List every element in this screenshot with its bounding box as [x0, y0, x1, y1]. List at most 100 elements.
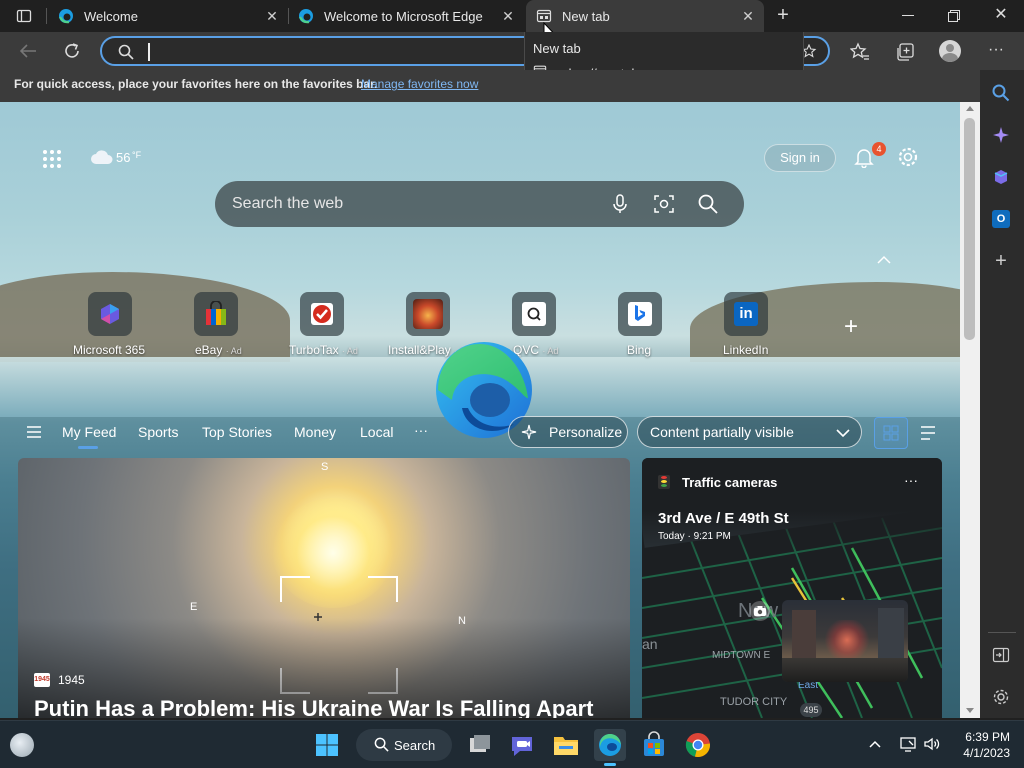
close-icon[interactable]: ✕ [500, 8, 516, 24]
weather-taskbar-icon[interactable] [10, 733, 34, 757]
source-logo: 1945 [34, 673, 50, 687]
traffic-card-more-icon[interactable]: ··· [904, 472, 918, 488]
favorites-bar: For quick access, place your favorites h… [0, 70, 980, 102]
volume-icon[interactable] [923, 736, 941, 752]
page-scrollbar[interactable] [960, 102, 980, 718]
close-window-button[interactable]: ✕ [992, 6, 1010, 24]
quick-link-label: TurboTax · Ad [289, 343, 358, 357]
quick-link-bing[interactable] [618, 292, 662, 336]
system-clock[interactable]: 6:39 PM 4/1/2023 [946, 729, 1010, 761]
camera-snapshot[interactable] [782, 600, 908, 682]
tab-title: New tab [562, 8, 610, 24]
collections-icon[interactable] [895, 42, 915, 62]
minimize-button[interactable] [902, 15, 914, 16]
quick-link-label: LinkedIn [723, 343, 769, 357]
file-explorer-icon[interactable] [550, 729, 582, 761]
list-layout-icon[interactable] [920, 426, 936, 440]
copilot-sparkle-icon[interactable] [992, 126, 1010, 144]
feed-tab-my-feed[interactable]: My Feed [62, 424, 116, 440]
address-caret [148, 43, 150, 61]
sign-in-button[interactable]: Sign in [764, 144, 836, 172]
highway-shield: 495 [800, 703, 822, 717]
manage-favorites-link[interactable]: Manage favorites now [361, 77, 478, 91]
camera-marker[interactable] [750, 601, 770, 621]
bing-icon [628, 302, 652, 326]
favorites-icon[interactable] [849, 42, 870, 62]
quick-link-label: Bing [627, 343, 652, 357]
refresh-button[interactable] [62, 41, 82, 61]
quick-link-linkedin[interactable]: in [724, 292, 768, 336]
headline-title[interactable]: Putin Has a Problem: His Ukraine War Is … [34, 696, 594, 718]
scrollbar-thumb[interactable] [964, 118, 975, 340]
tab-new-tab[interactable]: New tab ✕ [526, 0, 764, 32]
feed-more-button[interactable]: ··· [414, 422, 428, 438]
add-sidebar-app-icon[interactable]: + [992, 251, 1010, 271]
scroll-up-arrow[interactable] [966, 106, 974, 111]
dropdown-header: New tab [533, 41, 581, 56]
restore-button[interactable] [948, 9, 960, 22]
traffic-cameras-card[interactable]: Traffic cameras ··· 3rd Ave / E 49th St … [642, 458, 942, 718]
visual-search-icon[interactable] [653, 193, 675, 215]
feed-tab-sports[interactable]: Sports [138, 424, 178, 440]
more-menu-icon[interactable]: ··· [986, 40, 1006, 60]
web-search-box[interactable]: Search the web [215, 181, 744, 227]
tab-title: Welcome [84, 8, 138, 24]
quick-link-ebay[interactable] [194, 292, 238, 336]
hamburger-menu-icon[interactable] [26, 426, 42, 438]
grid-layout-button[interactable] [874, 417, 908, 449]
show-hidden-icons-chevron[interactable] [869, 740, 881, 748]
collapse-chevron-icon[interactable] [877, 255, 891, 265]
teams-chat-icon[interactable] [506, 729, 538, 761]
cloud-icon [91, 150, 113, 164]
profile-avatar[interactable] [939, 40, 961, 62]
sidebar-search-icon[interactable] [992, 84, 1010, 102]
add-quick-link-button[interactable]: + [840, 315, 862, 339]
new-tab-button[interactable]: + [774, 5, 792, 25]
apps-launcher-icon[interactable] [42, 149, 62, 169]
start-button[interactable] [315, 733, 339, 757]
weather-widget[interactable]: 56 °F [90, 146, 150, 170]
chrome-icon[interactable] [682, 729, 714, 761]
feed-tab-local[interactable]: Local [360, 424, 393, 440]
chevron-down-icon [836, 429, 850, 438]
shopping-icon[interactable] [992, 168, 1010, 186]
quick-link-qvc[interactable] [512, 292, 556, 336]
traffic-time: Today · 9:21 PM [658, 531, 731, 542]
close-icon[interactable]: ✕ [740, 8, 756, 24]
edge-icon [299, 9, 313, 24]
store-icon[interactable] [638, 729, 670, 761]
close-icon[interactable]: ✕ [264, 8, 280, 24]
notifications-button[interactable]: 4 [853, 142, 886, 170]
hide-sidebar-icon[interactable] [992, 646, 1010, 664]
edge-taskbar-icon[interactable] [594, 729, 626, 766]
network-icon[interactable] [899, 736, 917, 752]
quick-link-turbotax[interactable] [300, 292, 344, 336]
tab-welcome-to-edge[interactable]: Welcome to Microsoft Edge ✕ [288, 0, 524, 32]
personalize-label: Personalize [549, 424, 623, 440]
content-visibility-dropdown[interactable]: Content partially visible [637, 416, 862, 448]
personalize-button[interactable]: Personalize [508, 416, 628, 448]
taskbar-search[interactable]: Search [356, 729, 452, 761]
outlook-icon[interactable]: O [992, 210, 1010, 228]
weather-unit: °F [132, 150, 142, 160]
quick-link-microsoft365[interactable] [88, 292, 132, 336]
tab-actions-icon[interactable] [16, 8, 32, 24]
page-settings-icon[interactable] [897, 146, 919, 168]
sidebar-divider [988, 632, 1016, 633]
back-button[interactable] [18, 42, 38, 60]
headline-card[interactable]: S E N 1945 1945 Putin Has a Problem: His… [18, 458, 630, 718]
feed-tab-top-stories[interactable]: Top Stories [202, 424, 272, 440]
scroll-down-arrow[interactable] [966, 708, 974, 713]
edge-icon [59, 9, 73, 24]
sparkle-pen-icon [521, 424, 537, 440]
search-icon[interactable] [697, 193, 719, 215]
game-thumbnail-icon [413, 299, 443, 329]
feed-tab-money[interactable]: Money [294, 424, 336, 440]
sidebar-settings-icon[interactable] [992, 688, 1010, 706]
active-app-indicator [604, 763, 616, 766]
tab-welcome[interactable]: Welcome ✕ [48, 0, 288, 32]
add-favorite-icon[interactable] [802, 44, 818, 60]
quick-link-installplay[interactable] [406, 292, 450, 336]
microphone-icon[interactable] [609, 193, 631, 215]
task-view-icon[interactable] [464, 729, 496, 761]
